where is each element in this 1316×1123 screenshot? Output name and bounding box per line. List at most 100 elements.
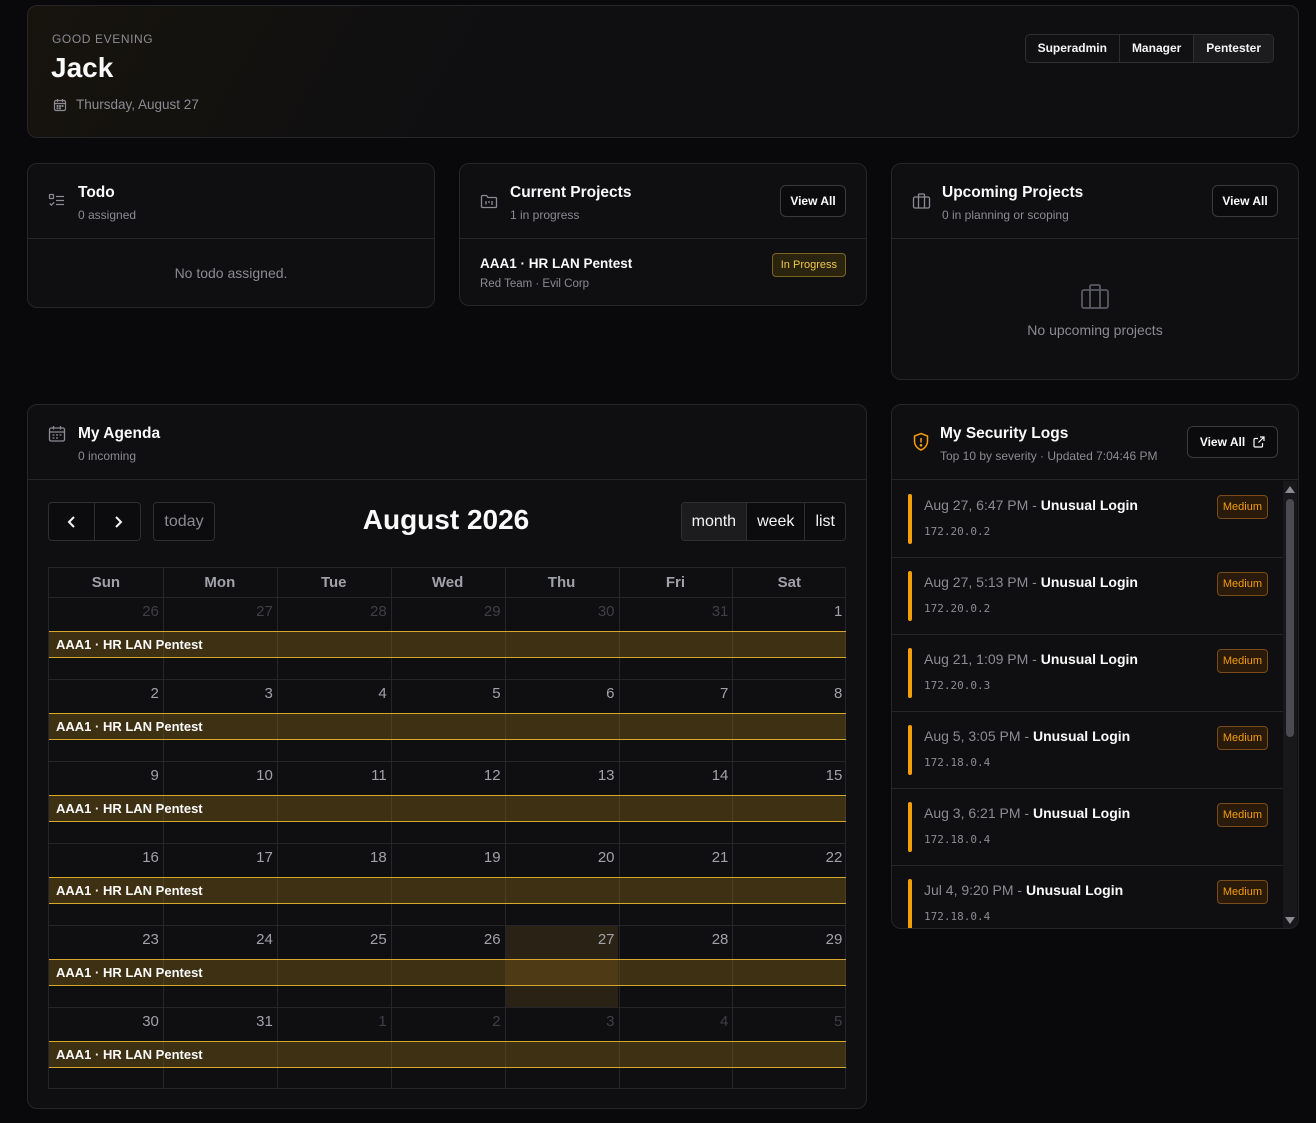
day-number[interactable]: 24: [173, 931, 273, 948]
grid-divider: [49, 1007, 845, 1008]
day-number[interactable]: 2: [59, 685, 159, 702]
log-separator: -: [1013, 882, 1026, 898]
log-separator: -: [1028, 574, 1041, 590]
day-number[interactable]: 5: [401, 685, 500, 702]
view-week-button[interactable]: week: [747, 503, 806, 540]
security-log-item[interactable]: Aug 27, 6:47 PM - Unusual Login 172.20.0.…: [892, 481, 1284, 558]
log-time: Aug 27, 6:47 PM: [924, 497, 1029, 513]
day-number[interactable]: 18: [287, 849, 387, 866]
calendar-event[interactable]: AAA1 · HR LAN Pentest: [49, 877, 846, 904]
role-manager[interactable]: Manager: [1120, 35, 1195, 62]
day-number[interactable]: 27: [515, 931, 615, 948]
day-number[interactable]: 16: [59, 849, 159, 866]
calendar-event[interactable]: AAA1 · HR LAN Pentest: [49, 713, 846, 740]
grid-divider: [49, 843, 845, 844]
role-superadmin[interactable]: Superadmin: [1026, 35, 1120, 62]
day-number[interactable]: 8: [742, 685, 842, 702]
day-number[interactable]: 14: [628, 767, 729, 784]
scroll-thumb[interactable]: [1286, 499, 1294, 737]
log-time: Aug 27, 5:13 PM: [924, 574, 1029, 590]
today-button[interactable]: today: [153, 502, 215, 541]
day-number[interactable]: 23: [59, 931, 159, 948]
todo-title: Todo: [78, 184, 115, 201]
day-number[interactable]: 15: [742, 767, 843, 784]
day-number[interactable]: 7: [628, 685, 728, 702]
current-projects-subtitle: 1 in progress: [510, 208, 580, 222]
day-number[interactable]: 26: [59, 603, 159, 620]
calendar-event[interactable]: AAA1 · HR LAN Pentest: [49, 959, 846, 986]
log-scrollbar[interactable]: [1283, 481, 1297, 928]
view-list-button[interactable]: list: [805, 503, 845, 540]
calendar-grid: Sun Mon Tue Wed Thu Fri Sat 26 27 28 29 30 31 1 2 3 4 5 6 7…: [48, 567, 846, 1089]
day-number[interactable]: 4: [287, 685, 386, 702]
agenda-subtitle: 0 incoming: [78, 449, 137, 463]
day-number[interactable]: 30: [515, 603, 615, 620]
calendar-month-title: August 2026: [362, 504, 530, 535]
weekday-header: Sun: [91, 574, 121, 591]
project-name: AAA1 · HR LAN Pentest: [480, 256, 633, 271]
current-projects-view-all-button[interactable]: View All: [780, 185, 846, 217]
day-number[interactable]: 28: [628, 931, 729, 948]
day-number[interactable]: 10: [173, 767, 273, 784]
day-number[interactable]: 3: [173, 685, 272, 702]
log-time: Jul 4, 9:20 PM: [924, 882, 1014, 898]
security-log-item[interactable]: Aug 27, 5:13 PM - Unusual Login 172.20.0.…: [892, 558, 1284, 635]
day-number[interactable]: 9: [59, 767, 159, 784]
day-number[interactable]: 26: [401, 931, 501, 948]
day-number[interactable]: 22: [742, 849, 843, 866]
day-number[interactable]: 5: [742, 1013, 842, 1030]
security-logs-view-all-button[interactable]: View All: [1187, 426, 1278, 458]
day-number[interactable]: 29: [401, 603, 501, 620]
day-number[interactable]: 2: [401, 1013, 500, 1030]
scroll-down-arrow-icon[interactable]: [1285, 917, 1295, 924]
security-log-item[interactable]: Jul 4, 9:20 PM - Unusual Login 172.18.0.4…: [892, 866, 1284, 928]
scroll-up-arrow-icon[interactable]: [1285, 486, 1295, 493]
security-log-item[interactable]: Aug 21, 1:09 PM - Unusual Login 172.20.0.…: [892, 635, 1284, 712]
day-number[interactable]: 17: [173, 849, 273, 866]
day-number[interactable]: 25: [287, 931, 387, 948]
log-ip: 172.18.0.4: [924, 910, 991, 923]
day-number[interactable]: 27: [173, 603, 273, 620]
chevron-left-icon[interactable]: [49, 503, 95, 540]
day-number[interactable]: 4: [628, 1013, 728, 1030]
day-number[interactable]: 19: [401, 849, 501, 866]
log-summary: Aug 27, 6:47 PM - Unusual Login: [924, 497, 1138, 513]
day-number[interactable]: 21: [628, 849, 729, 866]
log-summary: Aug 5, 3:05 PM - Unusual Login: [924, 728, 1130, 744]
day-number[interactable]: 29: [742, 931, 843, 948]
weekday-header: Fri: [665, 574, 686, 591]
day-number[interactable]: 12: [401, 767, 501, 784]
day-number[interactable]: 31: [628, 603, 729, 620]
current-projects-widget: Current Projects 1 in progress View All …: [459, 163, 867, 306]
chevron-right-icon[interactable]: [95, 503, 140, 540]
day-number[interactable]: 1: [742, 603, 842, 620]
day-number[interactable]: 3: [515, 1013, 614, 1030]
day-number[interactable]: 28: [287, 603, 387, 620]
security-logs-widget: My Security Logs Top 10 by severity · Up…: [891, 404, 1299, 929]
upcoming-projects-view-all-button[interactable]: View All: [1212, 185, 1278, 217]
day-number[interactable]: 20: [515, 849, 615, 866]
calendar-nav: [48, 502, 141, 541]
log-separator: -: [1028, 497, 1041, 513]
day-number[interactable]: 1: [287, 1013, 386, 1030]
todo-subtitle: 0 assigned: [78, 208, 137, 222]
todo-widget: Todo 0 assigned No todo assigned.: [27, 163, 435, 308]
calendar-event[interactable]: AAA1 · HR LAN Pentest: [49, 631, 846, 658]
log-event: Unusual Login: [1040, 574, 1138, 590]
security-log-item[interactable]: Aug 5, 3:05 PM - Unusual Login 172.18.0.4…: [892, 712, 1284, 789]
day-number[interactable]: 6: [515, 685, 614, 702]
severity-bar: [908, 648, 912, 698]
view-month-button[interactable]: month: [681, 503, 748, 540]
log-separator: -: [1028, 651, 1041, 667]
day-number[interactable]: 30: [59, 1013, 159, 1030]
log-time: Aug 21, 1:09 PM: [924, 651, 1029, 667]
calendar-event[interactable]: AAA1 · HR LAN Pentest: [49, 795, 846, 822]
day-number[interactable]: 31: [173, 1013, 273, 1030]
day-number[interactable]: 13: [515, 767, 615, 784]
calendar-event[interactable]: AAA1 · HR LAN Pentest: [49, 1041, 846, 1068]
severity-badge: Medium: [1216, 572, 1268, 596]
security-log-item[interactable]: Aug 3, 6:21 PM - Unusual Login 172.18.0.4…: [892, 789, 1284, 866]
role-pentester[interactable]: Pentester: [1194, 35, 1273, 62]
day-number[interactable]: 11: [287, 767, 387, 784]
todo-header: Todo 0 assigned: [28, 164, 434, 239]
